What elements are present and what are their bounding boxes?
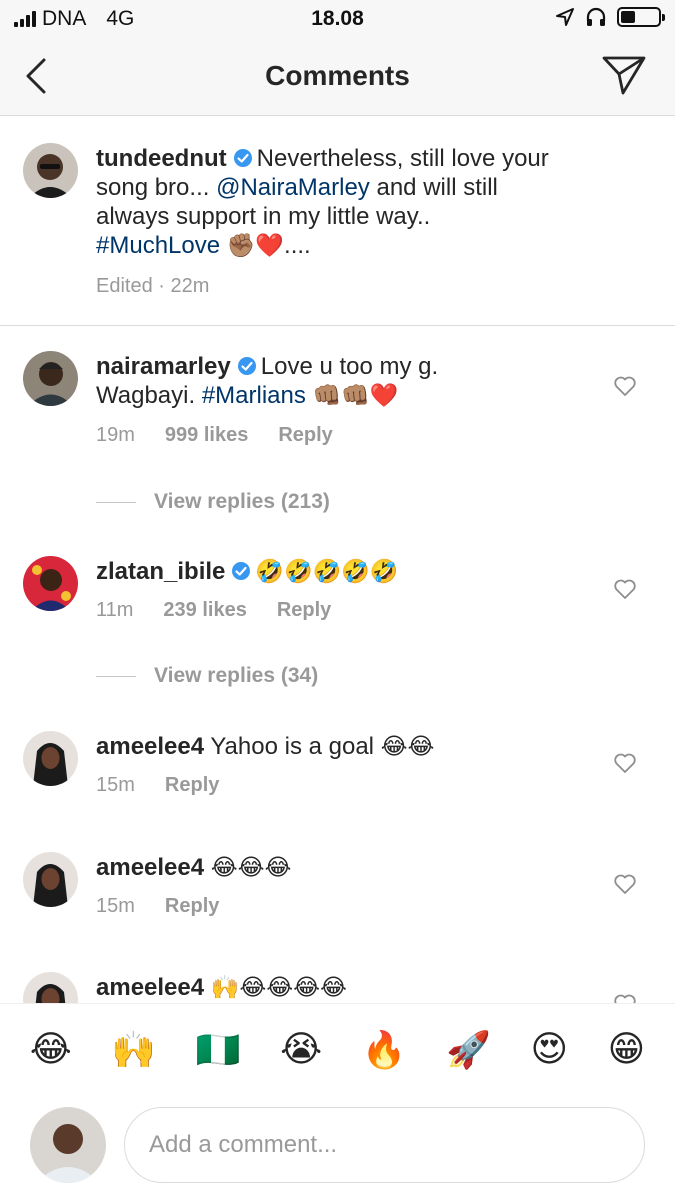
view-replies-label: View replies (34) <box>154 664 319 687</box>
status-bar: DNA 4G 18.08 <box>0 0 675 38</box>
comment-body: Yahoo is a goal <box>210 733 381 760</box>
avatar-photo <box>23 852 78 907</box>
emoji-laugh-button[interactable]: 😂 <box>30 1029 72 1070</box>
view-replies-button[interactable]: View replies (213) <box>96 490 330 514</box>
emoji-nigeria-flag-button[interactable]: 🇳🇬 <box>196 1029 241 1071</box>
divider <box>96 675 136 677</box>
comment-meta: 19m 999 likes Reply <box>96 424 333 447</box>
emoji: 👊🏽👊🏽❤️ <box>312 382 399 408</box>
emoji-heart-eyes-button[interactable]: 😍 <box>531 1029 569 1070</box>
comment-body: .... <box>284 232 311 259</box>
heart-icon[interactable] <box>613 993 637 1003</box>
heart-icon[interactable] <box>613 375 637 397</box>
verified-badge-icon <box>232 562 251 580</box>
emoji: ✊🏽❤️ <box>226 232 285 258</box>
emoji: 😂😂 <box>380 733 435 759</box>
edited-timestamp: Edited · 22m <box>96 275 210 297</box>
headphones-icon <box>586 7 606 26</box>
avatar[interactable] <box>23 731 78 786</box>
hashtag-link[interactable]: #MuchLove <box>96 232 220 259</box>
emoji-crying-button[interactable]: 😭 <box>280 1029 322 1070</box>
comment-composer <box>0 1095 675 1200</box>
likes-count[interactable]: 999 likes <box>165 424 248 447</box>
comment-text: ameelee4 😂😂😂 <box>96 853 516 882</box>
avatar[interactable] <box>23 556 78 611</box>
reply-button[interactable]: Reply <box>277 599 331 622</box>
avatar-photo <box>23 972 78 1003</box>
comment-meta: 15m Reply <box>96 774 219 797</box>
comment-text: zlatan_ibile 🤣🤣🤣🤣🤣 <box>96 557 516 586</box>
emoji-grin-button[interactable]: 😁 <box>608 1029 646 1070</box>
post-caption: tundeednut Nevertheless, still love your … <box>0 117 675 326</box>
comment-meta: Edited · 22m <box>96 275 209 298</box>
avatar[interactable] <box>23 852 78 907</box>
reply-button[interactable]: Reply <box>165 774 219 797</box>
hashtag-link[interactable]: #Marlians <box>202 382 306 409</box>
mention-link[interactable]: @NairaMarley <box>216 174 370 201</box>
reply-button[interactable]: Reply <box>278 424 332 447</box>
emoji-rocket-button[interactable]: 🚀 <box>446 1029 491 1071</box>
comment-row: zlatan_ibile 🤣🤣🤣🤣🤣 11m 239 likes Reply Vi… <box>0 554 675 704</box>
avatar-photo <box>30 1107 106 1183</box>
view-replies-label: View replies (213) <box>154 490 330 513</box>
battery-icon <box>617 7 665 27</box>
verified-badge-icon <box>233 149 252 167</box>
status-icons <box>555 7 665 27</box>
comment-input-wrapper[interactable] <box>124 1107 645 1183</box>
avatar[interactable] <box>23 143 78 198</box>
comment-row: nairamarley Love u too my g. Wagbayi. #Ma… <box>0 349 675 529</box>
verified-badge-icon <box>237 357 256 375</box>
heart-icon[interactable] <box>613 752 637 774</box>
timestamp: 11m <box>96 599 134 621</box>
avatar[interactable] <box>23 351 78 406</box>
comment-meta: 11m 239 likes Reply <box>96 599 331 622</box>
emoji: 😂😂😂 <box>210 854 292 880</box>
comment-meta: 15m Reply <box>96 895 219 918</box>
emoji: 🙌😂😂😂😂 <box>210 974 347 1000</box>
current-user-avatar <box>30 1107 106 1183</box>
avatar-photo <box>23 556 78 611</box>
avatar-photo <box>23 143 78 198</box>
emoji-quick-bar: 😂 🙌 🇳🇬 😭 🔥 🚀 😍 😁 <box>0 1003 675 1095</box>
likes-count[interactable]: 239 likes <box>163 599 246 622</box>
timestamp: 15m <box>96 895 135 917</box>
avatar[interactable] <box>23 972 78 1003</box>
location-arrow-icon <box>556 8 574 26</box>
nav-header: Comments <box>0 38 675 116</box>
divider <box>96 501 136 503</box>
avatar-photo <box>23 731 78 786</box>
emoji: 🤣🤣🤣🤣🤣 <box>255 558 399 584</box>
username[interactable]: ameelee4 <box>96 733 204 760</box>
avatar-photo <box>23 351 78 406</box>
view-replies-button[interactable]: View replies (34) <box>96 664 318 688</box>
timestamp: 15m <box>96 774 135 796</box>
heart-icon[interactable] <box>613 873 637 895</box>
timestamp: 19m <box>96 424 135 446</box>
heart-icon[interactable] <box>613 578 637 600</box>
comment-text: ameelee4 Yahoo is a goal 😂😂 <box>96 732 516 761</box>
username[interactable]: ameelee4 <box>96 854 204 881</box>
comment-row: ameelee4 🙌😂😂😂😂 <box>0 970 675 1003</box>
comments-list[interactable]: tundeednut Nevertheless, still love your … <box>0 117 675 1003</box>
caption-text: tundeednut Nevertheless, still love your … <box>96 144 556 260</box>
paper-plane-icon[interactable] <box>601 54 647 96</box>
comment-row: ameelee4 😂😂😂 15m Reply <box>0 850 675 950</box>
comment-row: ameelee4 Yahoo is a goal 😂😂 15m Reply <box>0 729 675 829</box>
comment-input[interactable] <box>125 1108 644 1182</box>
reply-button[interactable]: Reply <box>165 895 219 918</box>
comment-text: ameelee4 🙌😂😂😂😂 <box>96 973 516 1002</box>
username[interactable]: ameelee4 <box>96 974 204 1001</box>
comment-text: nairamarley Love u too my g. Wagbayi. #Ma… <box>96 352 516 410</box>
username[interactable]: nairamarley <box>96 353 231 380</box>
emoji-fire-button[interactable]: 🔥 <box>362 1029 407 1071</box>
emoji-raised-hands-button[interactable]: 🙌 <box>111 1029 156 1071</box>
username[interactable]: zlatan_ibile <box>96 558 225 585</box>
page-title: Comments <box>265 60 410 91</box>
username[interactable]: tundeednut <box>96 145 227 172</box>
